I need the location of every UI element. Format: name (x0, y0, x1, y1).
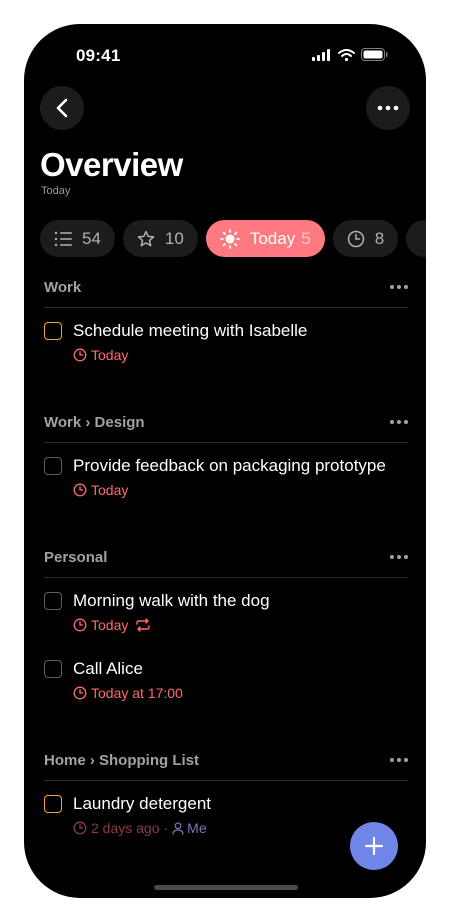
status-time: 09:41 (76, 46, 121, 65)
task-due-text: Today (91, 617, 129, 633)
task-due-text: Today (91, 482, 129, 498)
task-title: Provide feedback on packaging prototype (73, 456, 386, 475)
battery-icon (361, 48, 388, 61)
task-checkbox[interactable] (44, 660, 62, 678)
filter-count: 10 (164, 228, 184, 248)
task-checkbox[interactable] (44, 592, 62, 610)
chevron-left-icon (56, 98, 68, 118)
filter-chip-starred[interactable]: 10 (122, 220, 198, 257)
task-due-text: Today (91, 347, 129, 363)
task-title: Laundry detergent (73, 794, 211, 813)
star-icon (137, 230, 155, 246)
page-subtitle: Today (41, 185, 71, 197)
section-home-shopping: Home › Shopping List (44, 748, 408, 781)
divider (44, 442, 408, 443)
person-icon (172, 821, 184, 835)
filter-chips: 54 10 Today 5 8 (40, 220, 426, 257)
task-due: Today (73, 482, 128, 498)
filter-chip-scheduled[interactable]: 8 (332, 220, 399, 257)
task-due: Today (73, 617, 151, 633)
task-checkbox[interactable] (44, 795, 62, 813)
clock-icon (73, 686, 87, 700)
status-icons (312, 48, 388, 61)
divider (44, 780, 408, 781)
section-title: Home › Shopping List (44, 751, 199, 769)
task-due: Today (73, 347, 128, 363)
section-personal: Personal (44, 545, 408, 578)
clock-icon (73, 618, 87, 632)
section-title: Personal (44, 548, 108, 566)
list-icon (54, 231, 72, 246)
divider (44, 307, 408, 308)
filter-count: 5 (301, 228, 311, 248)
task-assignee-text: Me (187, 820, 207, 836)
task-title: Schedule meeting with Isabelle (73, 321, 308, 340)
section-more-button[interactable] (390, 420, 408, 424)
filter-count: 8 (374, 228, 385, 248)
section-more-button[interactable] (390, 555, 408, 559)
filter-chip-all[interactable]: 54 (40, 220, 115, 257)
task-checkbox[interactable] (44, 322, 62, 340)
filter-chip-more[interactable] (406, 220, 426, 257)
add-task-button[interactable] (350, 822, 398, 870)
clock-icon (73, 821, 87, 835)
task-title: Call Alice (73, 659, 143, 678)
task-title: Morning walk with the dog (73, 591, 270, 610)
home-indicator (154, 885, 298, 890)
section-work-design: Work › Design (44, 410, 408, 443)
filter-count: 54 (82, 228, 101, 248)
divider (44, 577, 408, 578)
sun-icon (219, 228, 240, 249)
filter-chip-today[interactable]: Today 5 (205, 220, 325, 257)
more-button[interactable] (366, 86, 410, 130)
plus-icon (364, 836, 384, 856)
clock-icon (347, 230, 364, 247)
clock-icon (73, 483, 87, 497)
repeat-icon (136, 618, 151, 632)
task-due: 2 days ago · Me (73, 820, 207, 836)
task-due-text: 2 days ago (91, 820, 160, 836)
section-more-button[interactable] (390, 758, 408, 762)
back-button[interactable] (40, 86, 84, 130)
task-due-text: Today at 17:00 (91, 685, 183, 701)
section-title: Work › Design (44, 413, 145, 431)
page-title: Overview (40, 146, 183, 183)
section-work: Work (44, 275, 408, 308)
wifi-icon (338, 48, 355, 61)
ellipsis-icon (377, 105, 399, 111)
filter-label: Today (249, 228, 296, 248)
task-assignee: Me (172, 820, 207, 836)
clock-icon (73, 348, 87, 362)
section-more-button[interactable] (390, 285, 408, 289)
task-due: Today at 17:00 (73, 685, 183, 701)
signal-icon (312, 48, 330, 61)
section-title: Work (44, 278, 82, 296)
meta-separator: · (163, 820, 169, 836)
task-checkbox[interactable] (44, 457, 62, 475)
phone-screen: 09:41 Overview Today 54 10 Today 5 8 Wor… (24, 24, 426, 898)
